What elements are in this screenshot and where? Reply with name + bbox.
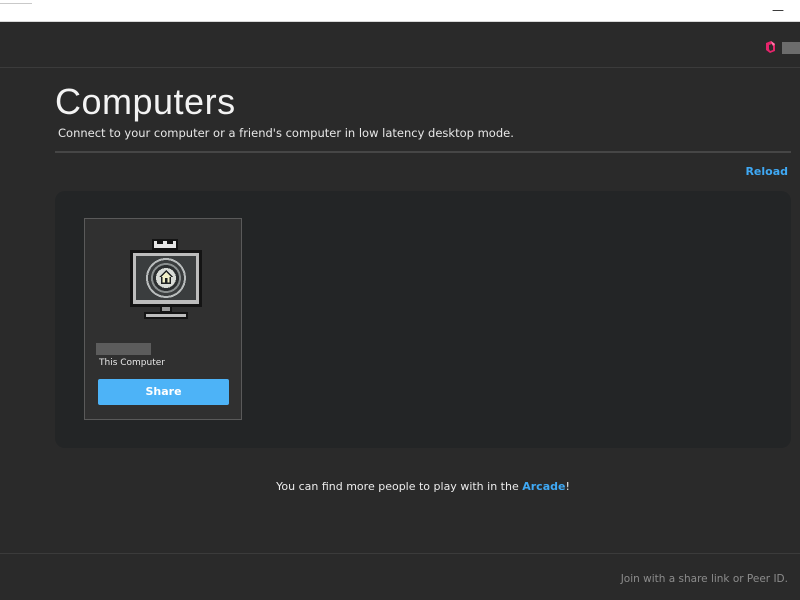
arcade-hint-suffix: ! xyxy=(565,480,570,493)
app-logo-icon[interactable] xyxy=(765,40,776,54)
computer-subtitle: This Computer xyxy=(99,358,165,368)
crown-icon xyxy=(152,239,178,250)
app-window: — Computers Connect to your computer or … xyxy=(0,0,800,600)
home-computer-icon xyxy=(130,239,202,319)
header-divider xyxy=(55,151,791,153)
minimize-button[interactable]: — xyxy=(770,3,786,17)
share-button[interactable]: Share xyxy=(98,379,229,405)
bottom-bar: Join with a share link or Peer ID. xyxy=(0,553,800,600)
account-menu[interactable] xyxy=(782,42,800,54)
reload-button[interactable]: Reload xyxy=(745,165,788,178)
arcade-hint: You can find more people to play with in… xyxy=(0,480,800,494)
computer-card[interactable]: This Computer Share xyxy=(84,218,242,420)
computer-name-redacted xyxy=(96,343,151,355)
title-bar: — xyxy=(0,0,800,22)
page-subtitle: Connect to your computer or a friend's c… xyxy=(58,126,514,140)
join-peer-input[interactable]: Join with a share link or Peer ID. xyxy=(621,572,788,586)
title-bar-edge xyxy=(0,0,32,4)
page-title: Computers xyxy=(55,81,236,122)
arcade-hint-prefix: You can find more people to play with in… xyxy=(276,480,523,493)
top-bar xyxy=(0,22,800,68)
arcade-link[interactable]: Arcade xyxy=(522,480,565,493)
